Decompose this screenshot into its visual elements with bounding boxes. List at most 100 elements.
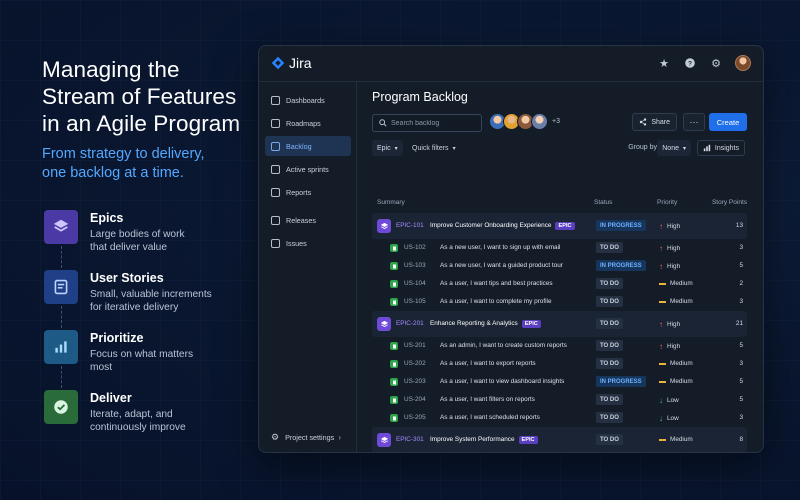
star-icon[interactable]: ★	[657, 56, 671, 70]
issue-summary[interactable]: As a user, I want tips and best practice…	[440, 280, 553, 287]
issue-key[interactable]: US-105	[404, 298, 426, 305]
story-row[interactable]: US-103 As a new user, I want a guided pro…	[372, 257, 747, 275]
story-points[interactable]: 21	[723, 320, 743, 327]
priority-field[interactable]: Medium	[659, 436, 693, 443]
insights-button[interactable]: Insights	[696, 140, 745, 156]
bar-chart-icon	[44, 330, 78, 364]
story-row[interactable]: US-203 As a user, I want to view dashboar…	[372, 373, 747, 391]
search-box[interactable]	[372, 114, 482, 132]
issue-key[interactable]: US-202	[404, 360, 426, 367]
issue-summary[interactable]: As a user, I want filters on reports	[440, 396, 535, 403]
story-points[interactable]: 13	[723, 222, 743, 229]
issue-key[interactable]: US-205	[404, 414, 426, 421]
story-row[interactable]: US-202 As a user, I want to export report…	[372, 355, 747, 373]
avatar-count[interactable]: +3	[552, 118, 560, 125]
issue-summary[interactable]: As a user, I want to view dashboard insi…	[440, 378, 564, 385]
epic-row[interactable]: EPIC-301 Improve System Performance EPIC TO…	[372, 427, 747, 452]
share-button[interactable]: Share	[632, 113, 677, 131]
issue-summary[interactable]: As a user, I want scheduled reports	[440, 414, 540, 421]
issue-key[interactable]: EPIC-101	[396, 222, 424, 229]
priority-field[interactable]: ↑ High	[659, 320, 680, 329]
status-badge[interactable]: IN PROGRESS	[596, 260, 646, 271]
story-row[interactable]: US-102 As a new user, I want to sign up w…	[372, 239, 747, 257]
issue-key[interactable]: US-203	[404, 378, 426, 385]
priority-low-icon: ↓	[659, 396, 663, 405]
status-badge[interactable]: TO DO	[596, 412, 623, 423]
epic-filter-dropdown[interactable]: Epic ▾	[372, 140, 403, 156]
status-badge[interactable]: TO DO	[596, 434, 623, 445]
story-points[interactable]: 3	[723, 360, 743, 367]
story-points[interactable]: 8	[723, 436, 743, 443]
story-points[interactable]: 5	[723, 262, 743, 269]
issue-summary[interactable]: As a user, I want to export reports	[440, 360, 536, 367]
sidebar-item-project-settings[interactable]: ⚙ Project settings ›	[265, 427, 351, 447]
status-badge[interactable]: TO DO	[596, 358, 623, 369]
story-row[interactable]: US-205 As a user, I want scheduled report…	[372, 409, 747, 427]
sidebar-item-roadmaps[interactable]: Roadmaps	[265, 113, 351, 133]
priority-field[interactable]: ↑ High	[659, 244, 680, 253]
status-badge[interactable]: TO DO	[596, 278, 623, 289]
priority-field[interactable]: Medium	[659, 280, 693, 287]
priority-field[interactable]: Medium	[659, 360, 693, 367]
quick-filters-dropdown[interactable]: Quick filters ▾	[412, 140, 456, 156]
priority-field[interactable]: ↑ High	[659, 262, 680, 271]
jira-logo[interactable]: Jira	[271, 55, 312, 71]
story-points[interactable]: 3	[723, 414, 743, 421]
issue-summary[interactable]: Improve System Performance EPIC	[430, 436, 538, 444]
search-input[interactable]	[391, 119, 471, 127]
status-badge[interactable]: TO DO	[596, 242, 623, 253]
priority-field[interactable]: Medium	[659, 378, 693, 385]
issue-summary[interactable]: As a user, I want to complete my profile	[440, 298, 552, 305]
issue-key[interactable]: EPIC-201	[396, 320, 424, 327]
priority-field[interactable]: ↓ Low	[659, 396, 679, 405]
issue-summary[interactable]: Enhance Reporting & Analytics EPIC	[430, 320, 541, 328]
priority-field[interactable]: Medium	[659, 298, 693, 305]
sidebar-item-reports[interactable]: Reports	[265, 182, 351, 202]
status-badge[interactable]: TO DO	[596, 340, 623, 351]
avatar[interactable]	[531, 113, 548, 130]
issue-key[interactable]: US-104	[404, 280, 426, 287]
story-row[interactable]: US-104 As a user, I want tips and best pr…	[372, 275, 747, 293]
issue-key[interactable]: US-103	[404, 262, 426, 269]
status-badge[interactable]: TO DO	[596, 394, 623, 405]
team-avatars[interactable]: +3	[489, 113, 560, 130]
priority-field[interactable]: ↑ High	[659, 222, 680, 231]
priority-field[interactable]: ↑ High	[659, 342, 680, 351]
user-avatar[interactable]	[735, 55, 751, 71]
status-badge[interactable]: IN PROGRESS	[596, 376, 646, 387]
status-badge[interactable]: TO DO	[596, 296, 623, 307]
story-points[interactable]: 3	[723, 244, 743, 251]
issue-key[interactable]: US-102	[404, 244, 426, 251]
create-button[interactable]: Create	[709, 113, 747, 131]
sidebar-item-releases[interactable]: Releases	[265, 210, 351, 230]
sidebar-item-active-sprints[interactable]: Active sprints	[265, 159, 351, 179]
story-points[interactable]: 5	[723, 396, 743, 403]
issue-summary[interactable]: As a new user, I want to sign up with em…	[440, 244, 560, 251]
priority-field[interactable]: ↓ Low	[659, 414, 679, 423]
issue-summary[interactable]: As a new user, I want a guided product t…	[440, 262, 563, 269]
epic-row[interactable]: EPIC-201 Enhance Reporting & Analytics EPI…	[372, 311, 747, 337]
issue-summary[interactable]: Improve Customer Onboarding Experience EP…	[430, 222, 575, 230]
issue-key[interactable]: US-204	[404, 396, 426, 403]
issue-key[interactable]: EPIC-301	[396, 436, 424, 443]
story-row[interactable]: US-105 As a user, I want to complete my p…	[372, 293, 747, 311]
story-row[interactable]: US-204 As a user, I want filters on repor…	[372, 391, 747, 409]
gear-icon[interactable]: ⚙	[709, 56, 723, 70]
help-icon[interactable]: ?	[683, 56, 697, 70]
story-points[interactable]: 5	[723, 342, 743, 349]
story-points[interactable]: 5	[723, 378, 743, 385]
status-badge[interactable]: TO DO	[596, 318, 623, 329]
top-bar: Jira ★ ? ⚙	[259, 46, 763, 82]
more-button[interactable]: ···	[683, 113, 705, 131]
story-points[interactable]: 2	[723, 280, 743, 287]
sidebar-item-backlog[interactable]: Backlog	[265, 136, 351, 156]
status-badge[interactable]: IN PROGRESS	[596, 220, 646, 231]
sidebar-item-issues[interactable]: Issues	[265, 233, 351, 253]
story-points[interactable]: 3	[723, 298, 743, 305]
sidebar-item-dashboards[interactable]: Dashboards	[265, 90, 351, 110]
issue-summary[interactable]: As an admin, I want to create custom rep…	[440, 342, 567, 349]
epic-row[interactable]: EPIC-101 Improve Customer Onboarding Expe…	[372, 213, 747, 239]
group-by-select[interactable]: None ▾	[657, 140, 691, 156]
story-row[interactable]: US-201 As an admin, I want to create cust…	[372, 337, 747, 355]
issue-key[interactable]: US-201	[404, 342, 426, 349]
